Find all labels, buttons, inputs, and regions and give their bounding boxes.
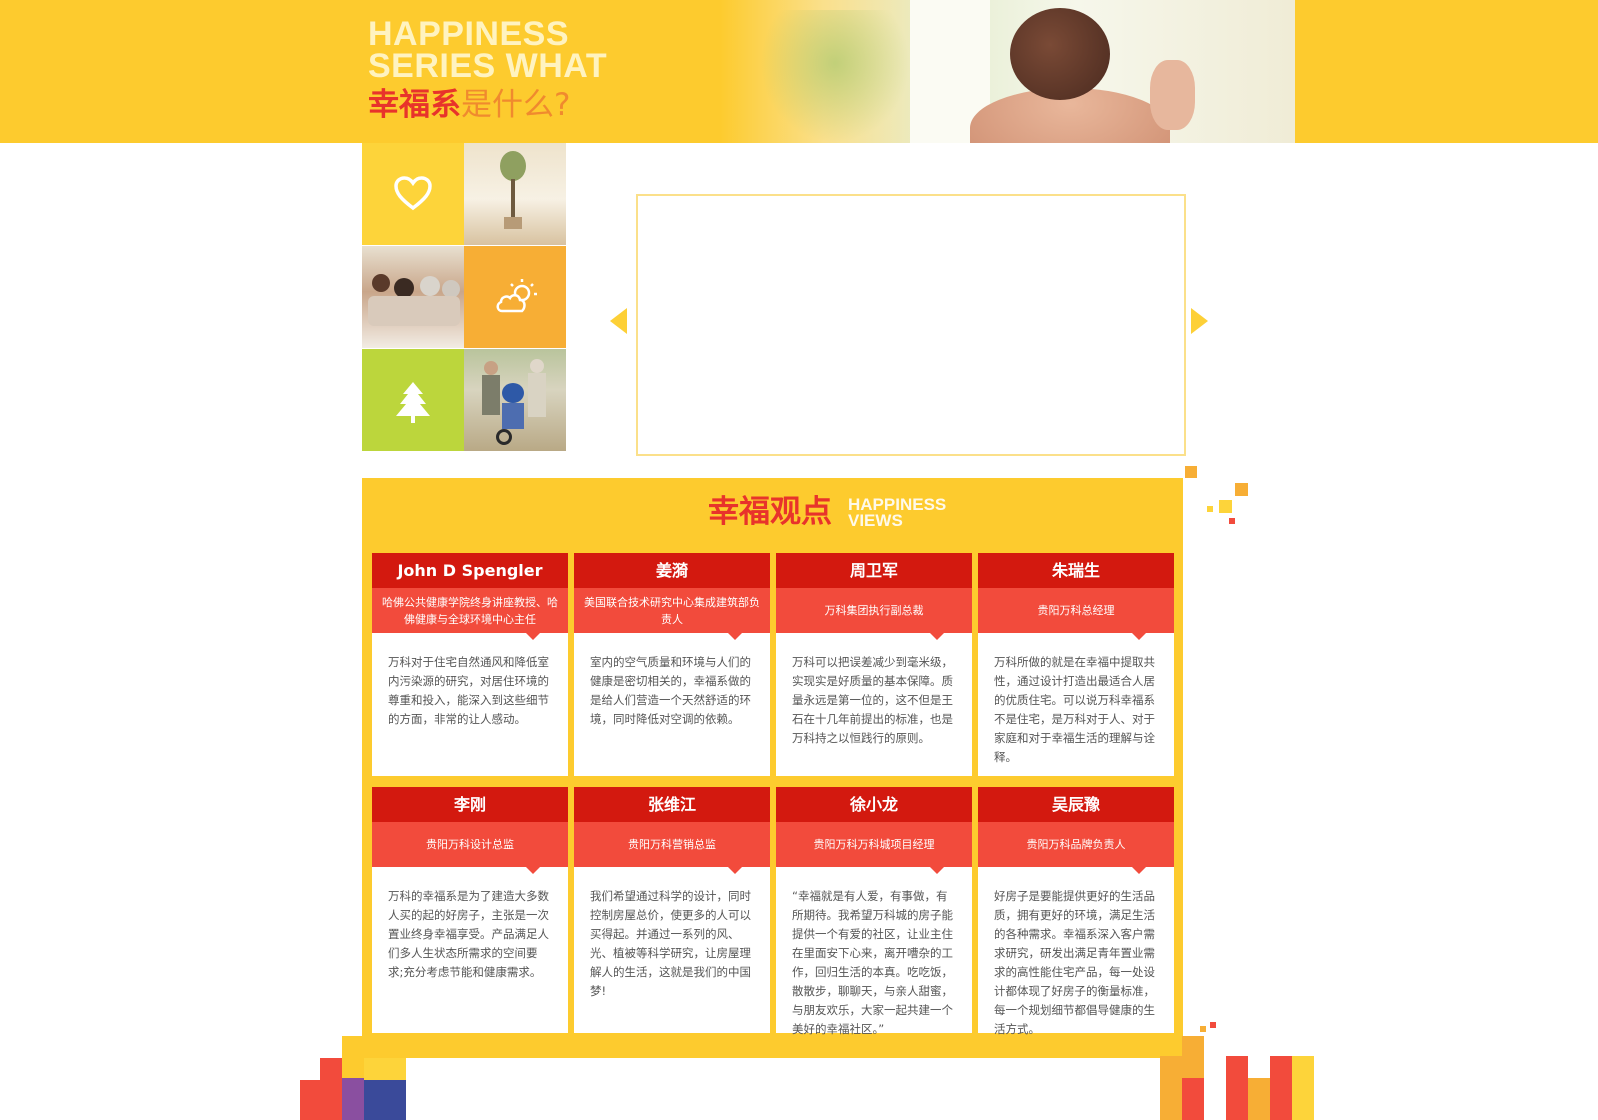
photo-kid-bicycle — [464, 349, 566, 451]
banner-woman-head — [1010, 8, 1110, 100]
card-role: 美国联合技术研究中心集成建筑部负责人 — [574, 588, 770, 640]
deco-square — [1207, 506, 1213, 512]
card-name: 周卫军 — [776, 553, 972, 588]
banner-title-en-line2: SERIES WHAT — [368, 47, 608, 85]
tree-icon — [396, 382, 430, 423]
content-slider[interactable] — [636, 194, 1186, 456]
deco-block — [1160, 1056, 1182, 1120]
deco-block — [1292, 1056, 1314, 1120]
card-role: 贵阳万科品牌负责人 — [978, 822, 1174, 874]
banner-title-cn-highlight: 幸福系 — [368, 87, 461, 123]
deco-block — [364, 1058, 406, 1080]
card-name: 朱瑞生 — [978, 553, 1174, 588]
deco-square — [1235, 483, 1248, 496]
card-role: 贵阳万科营销总监 — [574, 822, 770, 874]
deco-square — [1219, 500, 1232, 513]
card-description: 万科所做的就是在幸福中提取共性，通过设计打造出最适合人居的优质住宅。可以说万科幸… — [994, 655, 1155, 764]
photo-family — [362, 246, 464, 348]
banner-title-en: HAPPINESS SERIES WHAT — [368, 15, 608, 85]
view-card: 李刚 贵阳万科设计总监 万科的幸福系是为了建造大多数人买的起的好房子，主张是一次… — [372, 787, 568, 1033]
card-name: 吴辰豫 — [978, 787, 1174, 822]
card-name: 李刚 — [372, 787, 568, 822]
banner-title-en-line1: HAPPINESS — [368, 15, 569, 53]
deco-block — [1270, 1056, 1292, 1120]
views-title-en-line2: VIEWS — [848, 511, 903, 530]
photo-plant — [500, 151, 526, 181]
card-name: 张维江 — [574, 787, 770, 822]
deco-block — [300, 1080, 342, 1120]
tile-weather[interactable] — [464, 246, 566, 348]
slider-next-arrow-icon[interactable] — [1191, 308, 1208, 334]
card-role: 万科集团执行副总裁 — [776, 588, 972, 640]
heart-icon — [394, 176, 432, 211]
card-name: 姜漪 — [574, 553, 770, 588]
view-card: 张维江 贵阳万科营销总监 我们希望通过科学的设计，同时控制房屋总价，使更多的人可… — [574, 787, 770, 1033]
slider-prev-arrow-icon[interactable] — [610, 308, 627, 334]
view-card: John D Spengler 哈佛公共健康学院终身讲座教授、哈佛健康与全球环境… — [372, 553, 568, 776]
card-name: John D Spengler — [372, 553, 568, 588]
deco-square — [1229, 518, 1235, 524]
sun-cloud-icon — [496, 279, 537, 313]
tile-nature[interactable] — [362, 349, 464, 451]
card-role: 贵阳万科万科城项目经理 — [776, 822, 972, 874]
card-description: 室内的空气质量和环境与人们的健康是密切相关的，幸福系做的是给人们营造一个天然舒适… — [590, 655, 751, 726]
deco-square — [1210, 1022, 1216, 1028]
deco-square — [1185, 466, 1197, 478]
deco-block — [1182, 1078, 1204, 1120]
deco-block — [364, 1080, 406, 1120]
banner-title-cn: 幸福系是什么? — [368, 86, 570, 124]
banner-photo — [720, 0, 1295, 143]
view-card: 周卫军 万科集团执行副总裁 万科可以把误差减少到毫米级，实现实是好质量的基本保障… — [776, 553, 972, 776]
tile-heart[interactable] — [362, 143, 464, 245]
deco-block — [342, 1036, 364, 1078]
card-role: 贵阳万科总经理 — [978, 588, 1174, 640]
card-name: 徐小龙 — [776, 787, 972, 822]
card-description: 我们希望通过科学的设计，同时控制房屋总价，使更多的人可以买得起。并通过一系列的风… — [590, 889, 751, 998]
happiness-views-section: 幸福观点 HAPPINESS VIEWS John D Spengler 哈佛公… — [362, 478, 1183, 1058]
card-description: 好房子是要能提供更好的生活品质，拥有更好的环境，满足生活的各种需求。幸福系深入客… — [994, 889, 1155, 1036]
banner-woman-hand — [1150, 60, 1195, 130]
view-card: 朱瑞生 贵阳万科总经理 万科所做的就是在幸福中提取共性，通过设计打造出最适合人居… — [978, 553, 1174, 776]
banner-title-cn-rest: 是什么? — [461, 87, 571, 123]
views-title-cn: 幸福观点 — [708, 494, 832, 530]
top-banner: HAPPINESS SERIES WHAT 幸福系是什么? — [0, 0, 1598, 143]
deco-block — [1248, 1078, 1270, 1120]
photo-living-room — [464, 143, 566, 245]
deco-block — [320, 1058, 342, 1080]
card-role: 哈佛公共健康学院终身讲座教授、哈佛健康与全球环境中心主任 — [372, 588, 568, 640]
views-title-en: HAPPINESS VIEWS — [848, 496, 946, 530]
view-card: 徐小龙 贵阳万科万科城项目经理 “幸福就是有人爱，有事做，有所期待。我希望万科城… — [776, 787, 972, 1036]
card-description: “幸福就是有人爱，有事做，有所期待。我希望万科城的房子能提供一个有爱的社区，让业… — [792, 889, 953, 1036]
deco-block — [1182, 1036, 1204, 1078]
banner-plant — [760, 10, 910, 143]
deco-block — [1226, 1056, 1248, 1120]
card-description: 万科可以把误差减少到毫米级，实现实是好质量的基本保障。质量永远是第一位的，这不但… — [792, 655, 953, 745]
view-card: 姜漪 美国联合技术研究中心集成建筑部负责人 室内的空气质量和环境与人们的健康是密… — [574, 553, 770, 776]
card-description: 万科的幸福系是为了建造大多数人买的起的好房子，主张是一次置业终身幸福享受。产品满… — [388, 889, 549, 979]
deco-square — [1200, 1026, 1206, 1032]
card-role: 贵阳万科设计总监 — [372, 822, 568, 874]
view-card: 吴辰豫 贵阳万科品牌负责人 好房子是要能提供更好的生活品质，拥有更好的环境，满足… — [978, 787, 1174, 1036]
card-description: 万科对于住宅自然通风和降低室内污染源的研究，对居住环境的尊重和投入，能深入到这些… — [388, 655, 549, 726]
deco-block — [342, 1078, 364, 1120]
